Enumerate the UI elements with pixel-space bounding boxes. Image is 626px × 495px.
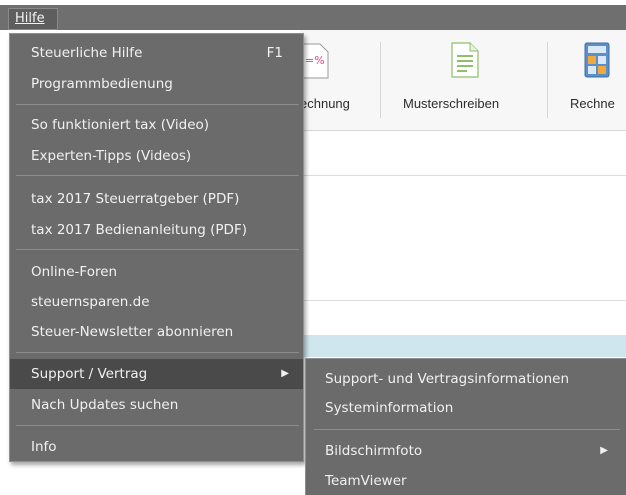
menu-hilfe[interactable]: Hilfe	[8, 8, 58, 30]
menu-item-label: tax 2017 Steuerratgeber (PDF)	[31, 191, 240, 207]
submenu-item-label: Bildschirmfoto	[325, 443, 423, 459]
menu-item-steuerratgeber-pdf[interactable]: tax 2017 Steuerratgeber (PDF)	[10, 184, 303, 214]
menu-item-shortcut: F1	[266, 45, 283, 61]
menu-item-label: Programmbedienung	[31, 76, 173, 92]
submenu-item-label: Support- und Vertragsinformationen	[325, 371, 570, 387]
menu-item-label: Steuerliche Hilfe	[31, 45, 143, 61]
submenu-arrow-icon: ▶	[600, 445, 608, 456]
support-vertrag-submenu: Support- und Vertragsinformationen Syste…	[305, 358, 626, 495]
menu-item-label: Nach Updates suchen	[31, 397, 179, 413]
calculator-icon	[584, 42, 610, 78]
ribbon-toolbar: =% echnung Musterschreiben Rechne	[300, 30, 626, 131]
application-window: Hilfe =% echnung Musterschreiben Rechne …	[0, 0, 626, 495]
svg-text:=%: =%	[305, 54, 325, 67]
menu-item-support-vertrag[interactable]: Support / Vertrag ▶	[10, 359, 303, 389]
menu-separator	[16, 425, 299, 426]
menu-item-label: Online-Foren	[31, 264, 118, 280]
submenu-item-label: TeamViewer	[325, 473, 407, 489]
menu-item-label: tax 2017 Bedienanleitung (PDF)	[31, 222, 247, 238]
ribbon-item-musterschreiben-label: Musterschreiben	[403, 96, 500, 111]
menu-item-steuernsparen[interactable]: steuernsparen.de	[10, 287, 303, 317]
submenu-separator	[314, 429, 620, 430]
menu-item-steuerliche-hilfe[interactable]: Steuerliche Hilfe F1	[10, 38, 303, 68]
menu-hilfe-label: Hilfe	[15, 11, 45, 26]
menu-item-label: So funktioniert tax (Video)	[31, 117, 210, 133]
menu-item-label: Info	[31, 439, 57, 455]
menu-item-bedienanleitung-pdf[interactable]: tax 2017 Bedienanleitung (PDF)	[10, 215, 303, 245]
menu-item-label: Experten-Tipps (Videos)	[31, 148, 192, 164]
menu-item-label: Steuer-Newsletter abonnieren	[31, 324, 234, 340]
document-icon	[451, 42, 479, 78]
ribbon-item-rechner-label: Rechne	[570, 96, 615, 111]
content-divider	[300, 300, 626, 301]
submenu-item-label: Systeminformation	[325, 400, 454, 416]
submenu-item-bildschirmfoto[interactable]: Bildschirmfoto ▶	[306, 437, 626, 465]
menu-item-label: Support / Vertrag	[31, 366, 148, 382]
content-area-bottom	[0, 462, 305, 495]
menu-item-newsletter[interactable]: Steuer-Newsletter abonnieren	[10, 317, 303, 347]
percent-document-icon: =%	[300, 43, 329, 79]
ribbon-item-rechnung-label: echnung	[300, 96, 350, 111]
menu-item-info[interactable]: Info	[10, 432, 303, 462]
menu-item-programmbedienung[interactable]: Programmbedienung	[10, 69, 303, 99]
ribbon-item-musterschreiben[interactable]: Musterschreiben	[381, 30, 547, 130]
submenu-arrow-icon: ▶	[281, 368, 289, 379]
menu-separator	[16, 352, 299, 353]
menu-separator	[16, 175, 299, 176]
submenu-item-support-vertragsinfo[interactable]: Support- und Vertragsinformationen	[306, 365, 626, 393]
menu-item-online-foren[interactable]: Online-Foren	[10, 257, 303, 287]
menu-item-experten-tipps[interactable]: Experten-Tipps (Videos)	[10, 141, 303, 171]
menu-item-nach-updates-suchen[interactable]: Nach Updates suchen	[10, 390, 303, 420]
ribbon-item-rechnung[interactable]: =% echnung	[300, 30, 380, 130]
hilfe-dropdown-menu: Steuerliche Hilfe F1 Programmbedienung S…	[9, 33, 304, 462]
submenu-item-teamviewer[interactable]: TeamViewer	[306, 467, 626, 495]
menu-separator	[16, 104, 299, 105]
menu-item-so-funktioniert-tax[interactable]: So funktioniert tax (Video)	[10, 110, 303, 140]
menu-separator	[16, 249, 299, 250]
menu-item-label: steuernsparen.de	[31, 294, 150, 310]
content-divider	[300, 175, 626, 176]
menu-bar	[0, 5, 626, 30]
content-highlight-band	[300, 335, 626, 357]
submenu-item-systeminformation[interactable]: Systeminformation	[306, 394, 626, 422]
ribbon-item-rechner[interactable]: Rechne	[548, 30, 626, 130]
